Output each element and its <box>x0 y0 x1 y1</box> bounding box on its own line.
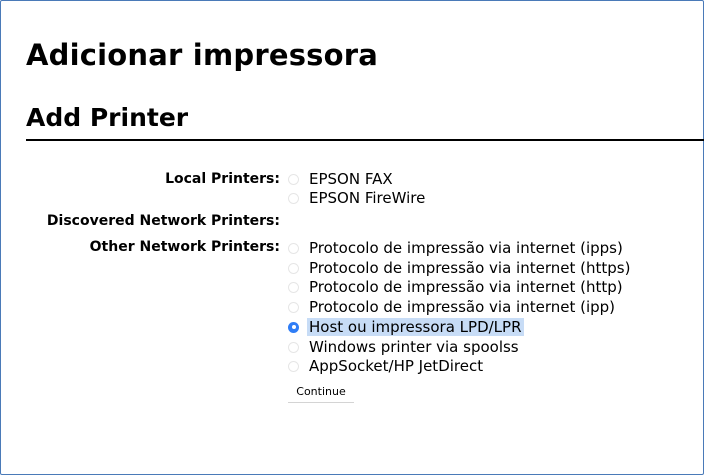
option-https[interactable]: Protocolo de impressão via internet (htt… <box>288 259 630 277</box>
radio-button[interactable] <box>288 173 299 185</box>
radio-button[interactable] <box>288 242 299 254</box>
option-ipp[interactable]: Protocolo de impressão via internet (ipp… <box>288 298 615 316</box>
option-spoolss[interactable]: Windows printer via spoolss <box>288 338 519 356</box>
radio-button[interactable] <box>288 262 299 274</box>
page-title-en: Add Printer <box>26 103 189 132</box>
option-label: EPSON FAX <box>309 170 393 188</box>
discovered-network-printers-label: Discovered Network Printers: <box>46 213 280 229</box>
continue-button[interactable]: Continue <box>288 383 354 403</box>
radio-button[interactable] <box>288 301 299 313</box>
local-printers-label: Local Printers: <box>165 171 280 187</box>
option-label: Protocolo de impressão via internet (ipp… <box>309 298 616 316</box>
option-label: AppSocket/HP JetDirect <box>309 357 484 375</box>
option-epson-firewire[interactable]: EPSON FireWire <box>288 189 425 207</box>
option-label: EPSON FireWire <box>309 189 426 207</box>
option-ipps[interactable]: Protocolo de impressão via internet (ipp… <box>288 239 623 257</box>
option-label: Host ou impressora LPD/LPR <box>307 318 524 336</box>
radio-button[interactable] <box>288 281 299 293</box>
page-title-pt: Adicionar impressora <box>26 38 379 72</box>
other-network-printers-label: Other Network Printers: <box>89 239 280 255</box>
radio-button[interactable] <box>288 360 299 372</box>
radio-button-selected[interactable] <box>288 321 299 333</box>
option-label: Protocolo de impressão via internet (htt… <box>309 278 623 296</box>
option-lpd-lpr[interactable]: Host ou impressora LPD/LPR <box>288 318 524 336</box>
radio-button[interactable] <box>288 192 299 204</box>
title-divider <box>26 139 704 141</box>
option-http[interactable]: Protocolo de impressão via internet (htt… <box>288 278 623 296</box>
option-label: Protocolo de impressão via internet (htt… <box>309 259 631 277</box>
option-epson-fax[interactable]: EPSON FAX <box>288 170 393 188</box>
radio-button[interactable] <box>288 341 299 353</box>
option-label: Windows printer via spoolss <box>309 338 519 356</box>
option-label: Protocolo de impressão via internet (ipp… <box>309 239 623 257</box>
option-appsocket[interactable]: AppSocket/HP JetDirect <box>288 357 483 375</box>
